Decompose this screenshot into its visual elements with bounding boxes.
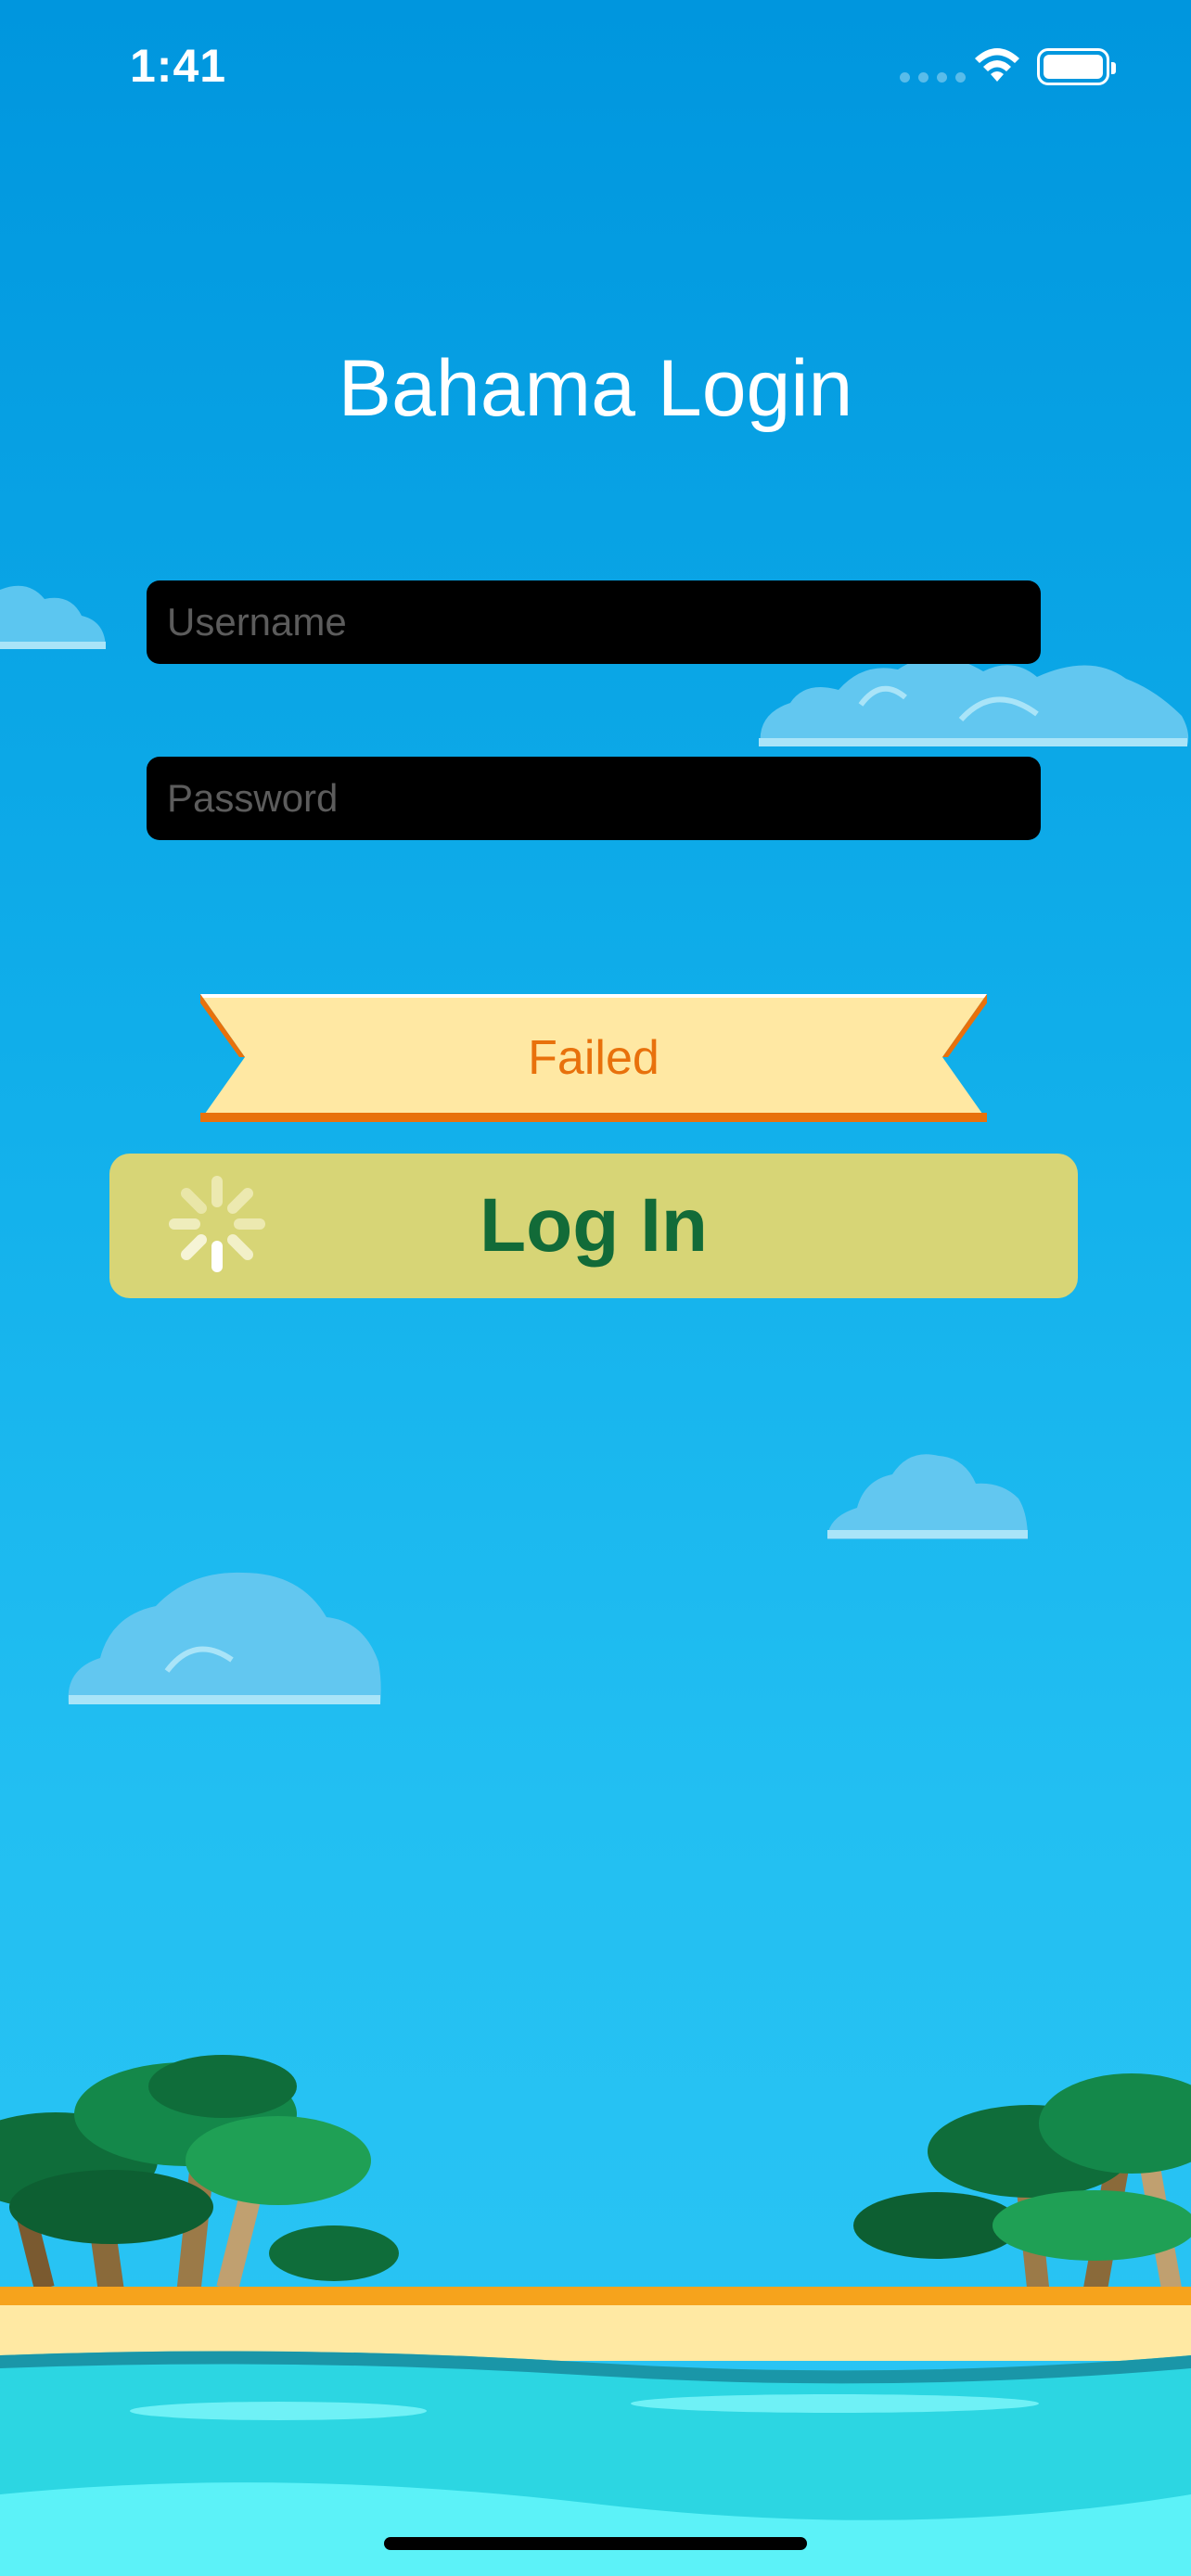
password-input[interactable] xyxy=(147,757,1041,840)
login-button-label: Log In xyxy=(480,1183,708,1268)
cellular-signal-icon xyxy=(900,72,966,83)
wifi-icon xyxy=(975,48,1019,82)
palm-trees-left xyxy=(0,2055,399,2292)
username-input[interactable] xyxy=(147,580,1041,664)
battery-icon xyxy=(1037,48,1116,85)
status-message: Failed xyxy=(528,1031,660,1085)
palm-trees-right xyxy=(853,2073,1191,2302)
home-indicator[interactable] xyxy=(384,2537,807,2550)
cloud-icon xyxy=(759,657,1189,746)
page-title: Bahama Login xyxy=(338,344,853,433)
cloud-icon xyxy=(68,1572,381,1704)
status-time: 1:41 xyxy=(130,40,227,92)
cloud-icon xyxy=(827,1454,1028,1539)
cloud-icon xyxy=(0,585,106,649)
loading-spinner-icon xyxy=(169,1176,265,1272)
